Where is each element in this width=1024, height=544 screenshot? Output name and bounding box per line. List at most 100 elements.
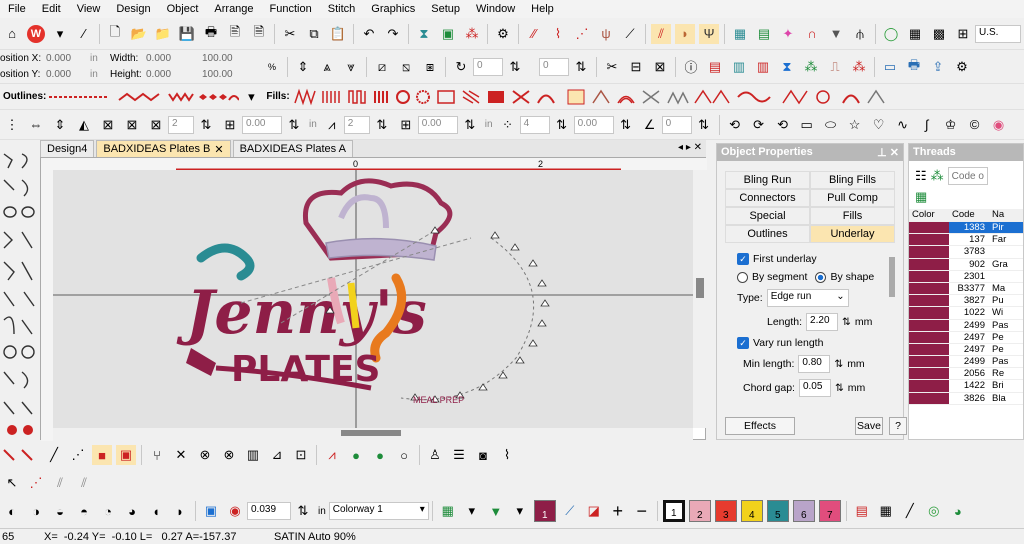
color-swatch-6[interactable]: 6: [792, 500, 815, 522]
ring-icon[interactable]: ◎: [924, 501, 944, 521]
mirror-icon[interactable]: ⩓: [317, 57, 337, 77]
spinner-7-icon[interactable]: ⇅: [694, 115, 714, 135]
thread-row[interactable]: 2497 Pe: [909, 343, 1023, 357]
tab-design4[interactable]: Design4: [40, 140, 95, 157]
menu-arrange[interactable]: Arrange: [206, 3, 261, 15]
spacing-2-input[interactable]: 0.00: [417, 115, 458, 134]
remove-icon[interactable]: −: [632, 501, 652, 521]
pattern-icon[interactable]: ⁘: [498, 115, 518, 135]
crown-icon[interactable]: ♔: [941, 115, 961, 135]
stitch-red2-icon[interactable]: ⌇: [548, 24, 568, 44]
info-icon[interactable]: ⓘ: [681, 57, 701, 77]
rotate-spinner-icon[interactable]: ⇅: [505, 57, 525, 77]
thread-row[interactable]: 902 Gra: [909, 258, 1023, 271]
dropdown-2-icon[interactable]: ▾: [462, 501, 482, 521]
slash-icon[interactable]: ╱: [900, 501, 920, 521]
fill-yellow-icon[interactable]: ⫽: [651, 23, 671, 44]
flip-v-icon[interactable]: ⇕: [293, 57, 313, 77]
save-button[interactable]: Save: [855, 417, 883, 435]
hoop-icon[interactable]: ◯: [881, 24, 901, 44]
first-underlay-checkbox[interactable]: ✓: [737, 253, 749, 265]
tab-underlay[interactable]: Underlay: [810, 225, 895, 243]
length-input[interactable]: 2.20: [806, 313, 839, 331]
graph-icon[interactable]: ▤: [754, 24, 774, 44]
home-icon[interactable]: ⌂: [2, 24, 22, 44]
skew-2-icon[interactable]: ⧅: [396, 57, 416, 77]
tab-outlines[interactable]: Outlines: [725, 225, 810, 243]
spinner-3-icon[interactable]: ⇅: [372, 115, 392, 135]
knife-2-icon[interactable]: ✂: [602, 57, 622, 77]
thread-row[interactable]: B3377 Ma: [909, 282, 1023, 296]
document-icon[interactable]: 🗎: [249, 24, 269, 44]
height-pct[interactable]: 100.00: [202, 69, 233, 80]
shape-h-icon[interactable]: ◗: [170, 501, 190, 521]
color-select-icon[interactable]: ■: [92, 445, 112, 465]
thread-row[interactable]: 1022 Wi: [909, 307, 1023, 320]
tab-plates-a[interactable]: BADXIDEAS Plates A: [232, 140, 353, 157]
shape-3-icon[interactable]: ⊿: [267, 445, 287, 465]
thread-row[interactable]: 1383 Pir: [909, 222, 1023, 235]
graph-2-icon[interactable]: ⊡: [291, 445, 311, 465]
curve-2-icon[interactable]: ∫: [917, 115, 937, 135]
bucket-icon[interactable]: ◪: [584, 501, 604, 521]
person-icon[interactable]: ♙: [425, 445, 445, 465]
triangle-icon[interactable]: ◭: [74, 115, 94, 135]
width-value[interactable]: 0.000: [146, 53, 202, 64]
menu-graphics[interactable]: Graphics: [363, 3, 423, 15]
paste-icon[interactable]: 📋: [328, 24, 348, 44]
open-folder-icon[interactable]: 📂: [129, 24, 149, 44]
panel-scrollbar[interactable]: [889, 257, 895, 297]
curve-icon[interactable]: ∿: [893, 115, 913, 135]
shape-a-icon[interactable]: ◐: [2, 501, 22, 521]
ellipse-icon[interactable]: ⬭: [821, 115, 841, 135]
by-shape-radio[interactable]: [815, 271, 827, 283]
circle-c-icon[interactable]: ©: [965, 115, 985, 135]
dropdown-3-icon[interactable]: ▾: [510, 501, 530, 521]
stitch-brown-icon[interactable]: ψ: [596, 24, 616, 44]
menu-edit[interactable]: Edit: [34, 3, 69, 15]
export-icon[interactable]: ⇪: [928, 57, 948, 77]
print-preview-icon[interactable]: 🖹: [225, 24, 245, 44]
undo-icon[interactable]: ↶: [359, 24, 379, 44]
spinner-4-icon[interactable]: ⇅: [460, 115, 480, 135]
shirt-2-icon[interactable]: ▼: [486, 501, 506, 521]
mirror-2-icon[interactable]: ⩔: [341, 57, 361, 77]
sliders-icon[interactable]: ☰: [449, 445, 469, 465]
design-artwork[interactable]: 0 2 Jenny's PLATES MEAL PREP: [41, 158, 707, 441]
shape-g-icon[interactable]: ◖: [146, 501, 166, 521]
stitch-select-4-icon[interactable]: ⫽: [74, 473, 94, 493]
menu-setup[interactable]: Setup: [423, 3, 468, 15]
tab-bling-fills[interactable]: Bling Fills: [810, 171, 895, 189]
fill-stitches-strip-2[interactable]: [693, 88, 893, 106]
skew-icon[interactable]: ⧄: [372, 57, 392, 77]
branch-icon[interactable]: ⑂: [147, 445, 167, 465]
fork-icon[interactable]: ⫛: [850, 24, 870, 44]
min-length-input[interactable]: 0.80: [798, 355, 831, 373]
spinner-1-icon[interactable]: ⇅: [196, 115, 216, 135]
locale-select[interactable]: U.S.: [975, 24, 1021, 43]
color-swatch-4[interactable]: 4: [740, 500, 763, 522]
apple-3-icon[interactable]: ○: [394, 445, 414, 465]
add-icon[interactable]: +: [608, 501, 628, 521]
square-x-3-icon[interactable]: ⊠: [146, 115, 166, 135]
apple-icon[interactable]: ●: [346, 445, 366, 465]
colorway-select[interactable]: Colorway 1 ▾: [328, 502, 429, 520]
stamp-icon[interactable]: ⎍: [825, 57, 845, 77]
stitch-select-2-icon[interactable]: ⋰: [26, 473, 46, 493]
mirror-v-icon[interactable]: ⇕: [50, 115, 70, 135]
gear-2-icon[interactable]: ⚙: [952, 57, 972, 77]
pin-close-icon[interactable]: ⊥ ✕: [877, 146, 899, 159]
stitch-red-icon[interactable]: ⁄⁄: [524, 24, 544, 44]
width-pct[interactable]: 100.00: [202, 53, 233, 64]
design-canvas[interactable]: 0 2 Jenny's PLATES MEAL PREP: [40, 157, 707, 441]
spools-icon[interactable]: ⁂: [931, 168, 944, 184]
copy-icon[interactable]: ⧉: [304, 24, 324, 44]
position-x-value[interactable]: 0.000: [46, 53, 90, 64]
color-grid-icon[interactable]: ▦: [438, 501, 458, 521]
col-name[interactable]: Na: [989, 209, 1023, 221]
scale-spinner-icon[interactable]: ⇅: [293, 501, 313, 521]
mirror-h-icon[interactable]: ⇔: [26, 115, 46, 135]
square-x-icon[interactable]: ⊠: [98, 115, 118, 135]
thread-row[interactable]: 3783: [909, 246, 1023, 259]
tab-plates-b[interactable]: BADXIDEAS Plates B ✕: [96, 140, 231, 157]
